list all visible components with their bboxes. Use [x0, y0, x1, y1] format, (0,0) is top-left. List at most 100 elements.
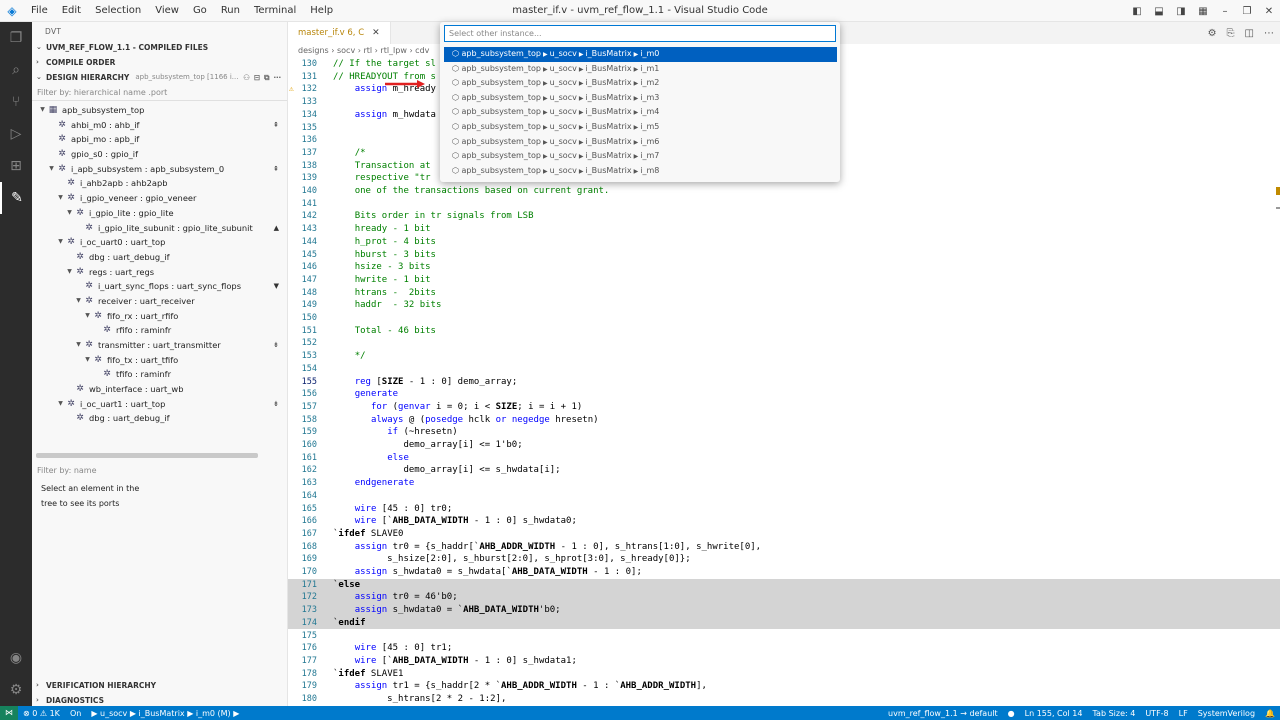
- tree-item[interactable]: ✲ apbi_mo : apb_if: [32, 132, 287, 147]
- code-line[interactable]: 157 for (genvar i = 0; i < SIZE; i = i +…: [288, 401, 1280, 414]
- close-button[interactable]: ✕: [1258, 6, 1280, 17]
- manage-gear-icon[interactable]: ⚙: [0, 674, 32, 706]
- instance-option[interactable]: ⬡ apb_subsystem_top ▶ u_socv ▶ i_BusMatrix ▶ i…: [444, 76, 837, 91]
- code-line[interactable]: 145 hburst - 3 bits: [288, 249, 1280, 262]
- code-line[interactable]: 165 wire [45 : 0] tr0;: [288, 503, 1280, 516]
- code-line[interactable]: 154: [288, 363, 1280, 376]
- instance-option[interactable]: ⬡ apb_subsystem_top ▶ u_socv ▶ i_BusMatrix ▶ i…: [444, 149, 837, 164]
- tree-item[interactable]: ▼ ▦ apb_subsystem_top: [32, 103, 287, 118]
- account-icon[interactable]: ◉: [0, 642, 32, 674]
- hierarchy-icon[interactable]: ⚇: [243, 70, 250, 85]
- menu-item-run[interactable]: Run: [214, 5, 247, 16]
- tree-item[interactable]: ✲ gpio_s0 : gpio_if: [32, 147, 287, 162]
- scroll-marker-icon[interactable]: ▼: [274, 279, 279, 294]
- code-line[interactable]: 173 assign s_hwdata0 = `AHB_DATA_WIDTH'b…: [288, 604, 1280, 617]
- tree-item[interactable]: ▼ ✲ i_apb_subsystem : apb_subsystem_0 ⇞: [32, 162, 287, 177]
- tree-item[interactable]: ▼ ✲ i_oc_uart0 : uart_top: [32, 235, 287, 250]
- code-line[interactable]: 179 assign tr1 = {s_haddr[2 * `AHB_ADDR_…: [288, 680, 1280, 693]
- instance-option[interactable]: ⬡ apb_subsystem_top ▶ u_socv ▶ i_BusMatrix ▶ i…: [444, 135, 837, 150]
- menu-item-file[interactable]: File: [24, 5, 55, 16]
- customize-layout-icon[interactable]: ▦: [1192, 6, 1214, 17]
- menu-item-selection[interactable]: Selection: [88, 5, 148, 16]
- instance-option[interactable]: ⬡ apb_subsystem_top ▶ u_socv ▶ i_BusMatrix ▶ i…: [444, 47, 837, 62]
- code-line[interactable]: 180 s_htrans[2 * 2 - 1:2],: [288, 693, 1280, 706]
- instance-option[interactable]: ⬡ apb_subsystem_top ▶ u_socv ▶ i_BusMatrix ▶ i…: [444, 105, 837, 120]
- chevron-down-icon[interactable]: ▼: [83, 353, 92, 368]
- code-line[interactable]: 153 */: [288, 350, 1280, 363]
- settings-gear-icon[interactable]: ⚙: [1208, 28, 1217, 39]
- warning-icon[interactable]: ⚠: [289, 83, 294, 96]
- design-hierarchy-section[interactable]: ⌄ DESIGN HIERARCHY apb_subsystem_top [1166…: [32, 70, 287, 85]
- chevron-down-icon[interactable]: ▼: [65, 265, 74, 280]
- tree-item[interactable]: ▼ ✲ i_gpio_veneer : gpio_veneer: [32, 191, 287, 206]
- tab-size[interactable]: Tab Size: 4: [1087, 709, 1140, 718]
- source-control-icon[interactable]: ⑂: [0, 86, 32, 118]
- scroll-marker-icon[interactable]: ▲: [274, 221, 279, 236]
- chevron-down-icon[interactable]: ▼: [74, 294, 83, 309]
- code-line[interactable]: 147 hwrite - 1 bit: [288, 274, 1280, 287]
- chevron-down-icon[interactable]: ▼: [47, 162, 56, 177]
- code-line[interactable]: 149 haddr - 32 bits: [288, 299, 1280, 312]
- hierarchy-filter-input[interactable]: Filter by: hierarchical name .port: [32, 85, 287, 101]
- code-line[interactable]: 146 hsize - 3 bits: [288, 261, 1280, 274]
- tree-item[interactable]: ✲ i_gpio_lite_subunit : gpio_lite_subunit…: [32, 221, 287, 236]
- tree-item[interactable]: ✲ i_uart_sync_flops : uart_sync_flops ▼: [32, 279, 287, 294]
- code-line[interactable]: 161 else: [288, 452, 1280, 465]
- cursor-position[interactable]: Ln 155, Col 14: [1020, 709, 1088, 718]
- toggle-secondary-sidebar-icon[interactable]: ◨: [1170, 6, 1192, 17]
- code-line[interactable]: 148 htrans - 2bits: [288, 287, 1280, 300]
- minimize-button[interactable]: –: [1214, 6, 1236, 17]
- instance-option[interactable]: ⬡ apb_subsystem_top ▶ u_socv ▶ i_BusMatrix ▶ i…: [444, 164, 837, 179]
- code-line[interactable]: 170 assign s_hwdata0 = s_hwdata[`AHB_DAT…: [288, 566, 1280, 579]
- encoding[interactable]: UTF-8: [1140, 709, 1173, 718]
- problems-indicator[interactable]: ⊗ 0 ⚠ 1K: [18, 709, 65, 718]
- verification-hierarchy-section[interactable]: › VERIFICATION HIERARCHY: [32, 678, 287, 693]
- code-line[interactable]: 158 always @ (posedge hclk or negedge hr…: [288, 414, 1280, 427]
- tree-item[interactable]: ✲ wb_interface : uart_wb: [32, 382, 287, 397]
- ports-filter-input[interactable]: Filter by: name: [37, 466, 97, 475]
- scroll-marker-icon[interactable]: ⇞: [273, 118, 279, 133]
- tree-item[interactable]: ▼ ✲ transmitter : uart_transmitter ⇟: [32, 338, 287, 353]
- tree-item[interactable]: ✲ tfifo : raminfr: [32, 367, 287, 382]
- chevron-down-icon[interactable]: ▼: [83, 309, 92, 324]
- menu-item-terminal[interactable]: Terminal: [247, 5, 303, 16]
- code-line[interactable]: 155 reg [SIZE - 1 : 0] demo_array;: [288, 376, 1280, 389]
- run-debug-icon[interactable]: ▷: [0, 118, 32, 150]
- tree-item[interactable]: ▼ ✲ fifo_rx : uart_rfifo: [32, 309, 287, 324]
- tree-item[interactable]: ▼ ✲ receiver : uart_receiver: [32, 294, 287, 309]
- code-line[interactable]: 151 Total - 46 bits: [288, 325, 1280, 338]
- code-line[interactable]: 168 assign tr0 = {s_haddr[`AHB_ADDR_WIDT…: [288, 541, 1280, 554]
- more-actions-icon[interactable]: ⋯: [274, 70, 282, 85]
- code-line[interactable]: 166 wire [`AHB_DATA_WIDTH - 1 : 0] s_hwd…: [288, 515, 1280, 528]
- tree-item[interactable]: ✲ dbg : uart_debug_if: [32, 411, 287, 426]
- code-line[interactable]: 150: [288, 312, 1280, 325]
- diagnostics-section[interactable]: › DIAGNOSTICS: [32, 693, 287, 706]
- code-line[interactable]: 171 `else: [288, 578, 1280, 592]
- code-line[interactable]: 174 `endif: [288, 616, 1280, 630]
- instance-option[interactable]: ⬡ apb_subsystem_top ▶ u_socv ▶ i_BusMatrix ▶ i…: [444, 62, 837, 77]
- chevron-down-icon[interactable]: ▼: [65, 206, 74, 221]
- eol[interactable]: LF: [1174, 709, 1193, 718]
- split-editor-icon[interactable]: ◫: [1245, 28, 1254, 39]
- more-actions-icon[interactable]: ⋯: [1264, 28, 1274, 39]
- instance-search-input[interactable]: Select other instance...: [444, 25, 836, 42]
- compile-order-section[interactable]: › COMPILE ORDER: [32, 55, 287, 70]
- sync-icon[interactable]: ●: [1003, 709, 1020, 718]
- tree-item[interactable]: ▼ ✲ regs : uart_regs: [32, 265, 287, 280]
- code-line[interactable]: 142 Bits order in tr signals from LSB: [288, 210, 1280, 223]
- code-line[interactable]: 162 demo_array[i] <= s_hwdata[i];: [288, 464, 1280, 477]
- chevron-down-icon[interactable]: ▼: [56, 191, 65, 206]
- tree-item[interactable]: ✲ i_ahb2apb : ahb2apb: [32, 176, 287, 191]
- copy-icon[interactable]: ⧉: [264, 70, 269, 85]
- collapse-all-icon[interactable]: ⊟: [254, 70, 260, 85]
- scroll-marker-icon[interactable]: ⇟: [273, 397, 279, 412]
- tree-item[interactable]: ▼ ✲ fifo_tx : uart_tfifo: [32, 353, 287, 368]
- restore-button[interactable]: ❐: [1236, 6, 1258, 17]
- tree-item[interactable]: ✲ dbg : uart_debug_if: [32, 250, 287, 265]
- tree-item[interactable]: ▼ ✲ i_gpio_lite : gpio_lite: [32, 206, 287, 221]
- chevron-down-icon[interactable]: ▼: [56, 397, 65, 412]
- menu-item-go[interactable]: Go: [186, 5, 214, 16]
- instance-option[interactable]: ⬡ apb_subsystem_top ▶ u_socv ▶ i_BusMatrix ▶ i…: [444, 120, 837, 135]
- menu-item-help[interactable]: Help: [303, 5, 340, 16]
- instance-option[interactable]: ⬡ apb_subsystem_top ▶ u_socv ▶ i_BusMatrix ▶ i…: [444, 91, 837, 106]
